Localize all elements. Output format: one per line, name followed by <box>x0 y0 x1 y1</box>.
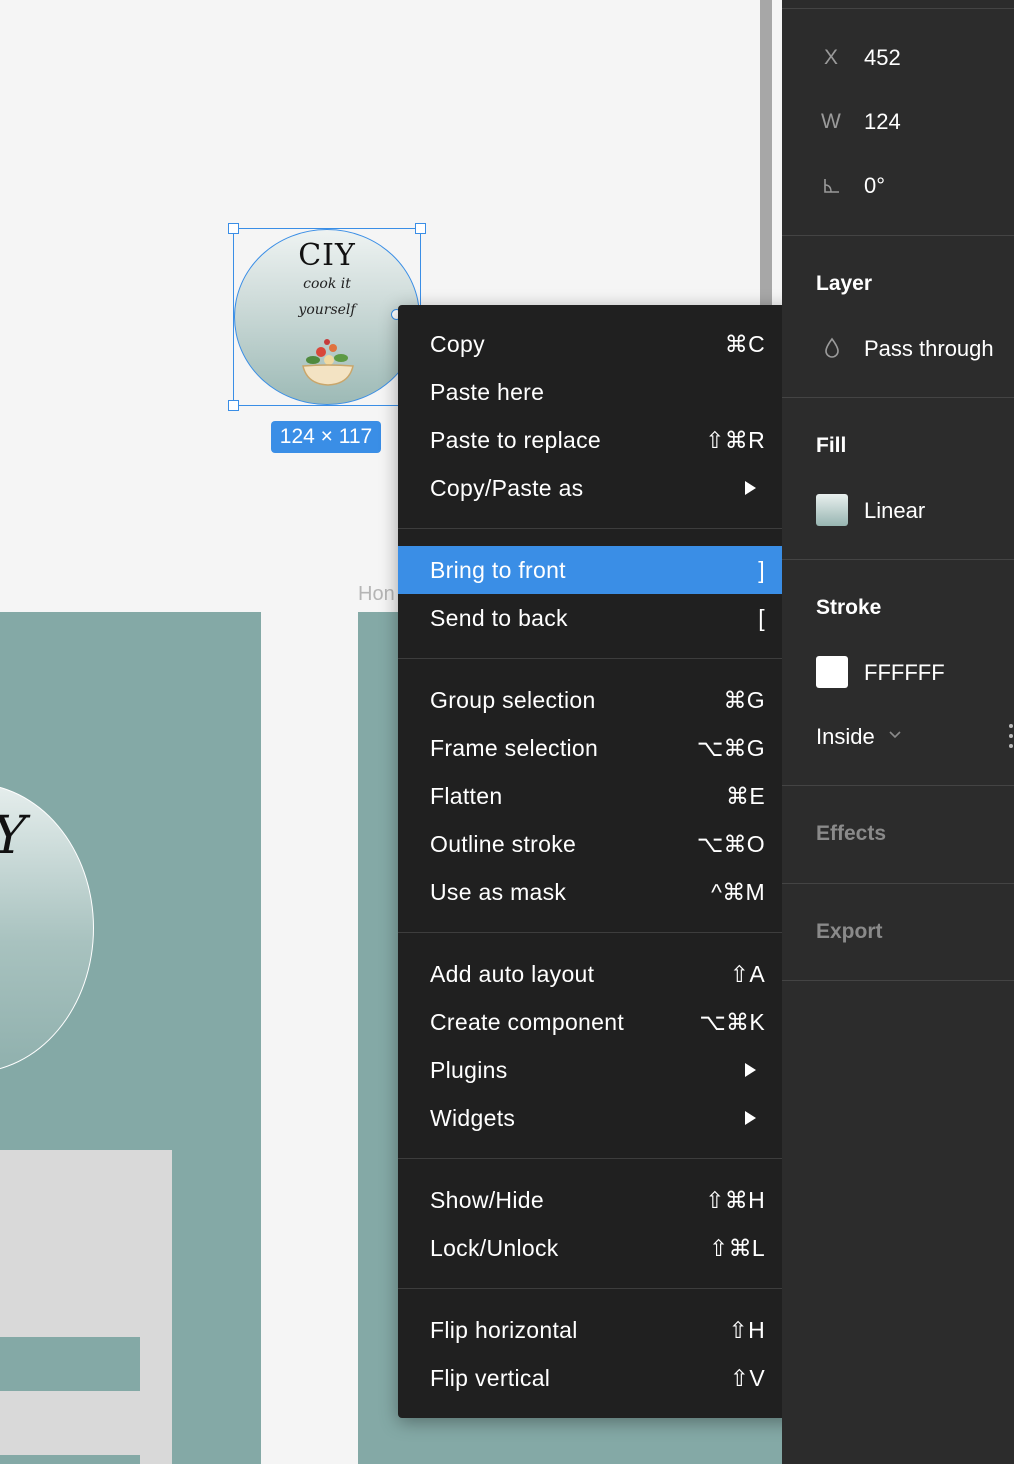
selection-size-badge: 124 × 117 <box>271 421 381 453</box>
stroke-section-title: Stroke <box>816 596 882 619</box>
menu-item-create-component[interactable]: Create component ⌥⌘K <box>398 998 798 1046</box>
chevron-down-icon[interactable] <box>888 730 902 740</box>
resize-handle-bottom-left[interactable] <box>228 400 239 411</box>
menu-shortcut: [ <box>758 605 765 631</box>
blend-mode-select[interactable]: Pass through <box>864 336 994 362</box>
menu-shortcut: ] <box>758 557 765 583</box>
menu-item-group-selection[interactable]: Group selection ⌘G <box>398 676 798 724</box>
menu-shortcut: ^⌘M <box>711 879 765 905</box>
frame-logo-letter: Y <box>0 806 26 866</box>
menu-item-bring-to-front[interactable]: Bring to front ] <box>398 546 798 594</box>
menu-item-show-hide[interactable]: Show/Hide ⇧⌘H <box>398 1176 798 1224</box>
menu-item-widgets[interactable]: Widgets <box>398 1094 798 1142</box>
menu-item-frame-selection[interactable]: Frame selection ⌥⌘G <box>398 724 798 772</box>
w-label: W <box>821 110 841 133</box>
w-input[interactable]: 124 <box>864 109 901 135</box>
frame-teal-bar <box>0 1337 140 1391</box>
frame-teal-bar-bottom <box>0 1455 140 1464</box>
menu-item-plugins[interactable]: Plugins <box>398 1046 798 1094</box>
effects-section-title[interactable]: Effects <box>816 822 886 846</box>
menu-item-paste-to-replace[interactable]: Paste to replace ⇧⌘R <box>398 416 798 464</box>
submenu-arrow-icon <box>745 1063 756 1077</box>
submenu-arrow-icon <box>745 1111 756 1125</box>
menu-shortcut: ⇧⌘R <box>705 427 765 453</box>
menu-shortcut: ⇧⌘H <box>705 1187 765 1213</box>
menu-shortcut: ⇧H <box>728 1317 765 1343</box>
menu-item-outline-stroke[interactable]: Outline stroke ⌥⌘O <box>398 820 798 868</box>
menu-shortcut: ⌘E <box>726 783 765 809</box>
stroke-position-select[interactable]: Inside <box>816 724 875 750</box>
x-label: X <box>824 46 839 69</box>
canvas-scrollbar[interactable] <box>760 0 772 305</box>
panel-divider <box>782 397 1014 398</box>
menu-item-copy-paste-as[interactable]: Copy/Paste as <box>398 464 798 512</box>
opacity-drop-icon <box>825 337 839 358</box>
submenu-arrow-icon <box>745 481 756 495</box>
menu-shortcut: ⌘C <box>724 331 765 357</box>
menu-item-send-to-back[interactable]: Send to back [ <box>398 594 798 642</box>
panel-divider <box>782 785 1014 786</box>
fill-swatch[interactable] <box>816 494 848 526</box>
menu-item-flatten[interactable]: Flatten ⌘E <box>398 772 798 820</box>
fill-section-title: Fill <box>816 434 847 457</box>
menu-item-flip-vertical[interactable]: Flip vertical ⇧V <box>398 1354 798 1402</box>
menu-item-lock-unlock[interactable]: Lock/Unlock ⇧⌘L <box>398 1224 798 1272</box>
frame-gray-block <box>0 1150 172 1464</box>
panel-divider <box>782 980 1014 981</box>
stroke-color-input[interactable]: FFFFFF <box>864 660 945 686</box>
layer-section-title: Layer <box>816 272 873 295</box>
menu-shortcut: ⇧V <box>729 1365 765 1391</box>
panel-divider <box>782 559 1014 560</box>
more-options-icon[interactable] <box>1008 723 1014 749</box>
stroke-swatch[interactable] <box>816 656 848 688</box>
menu-separator <box>398 528 798 529</box>
menu-item-copy[interactable]: Copy ⌘C <box>398 320 798 368</box>
menu-separator <box>398 658 798 659</box>
panel-divider <box>782 235 1014 236</box>
panel-divider <box>782 8 1014 9</box>
properties-panel: X 452 W 124 0° Layer Pass through Fill L… <box>782 0 1014 1464</box>
menu-item-flip-horizontal[interactable]: Flip horizontal ⇧H <box>398 1306 798 1354</box>
context-menu: Copy ⌘C Paste here Paste to replace ⇧⌘R … <box>398 305 798 1418</box>
panel-divider <box>782 883 1014 884</box>
menu-shortcut: ⌥⌘K <box>699 1009 765 1035</box>
menu-shortcut: ⇧A <box>729 961 765 987</box>
menu-separator <box>398 932 798 933</box>
frame-title[interactable]: Hon <box>358 583 395 606</box>
menu-shortcut: ⇧⌘L <box>709 1235 765 1261</box>
menu-item-use-as-mask[interactable]: Use as mask ^⌘M <box>398 868 798 916</box>
x-input[interactable]: 452 <box>864 45 901 71</box>
menu-shortcut: ⌥⌘G <box>696 735 765 761</box>
menu-item-add-auto-layout[interactable]: Add auto layout ⇧A <box>398 950 798 998</box>
menu-item-paste-here[interactable]: Paste here <box>398 368 798 416</box>
resize-handle-top-right[interactable] <box>415 223 426 234</box>
fill-type[interactable]: Linear <box>864 498 925 524</box>
menu-separator <box>398 1158 798 1159</box>
export-section-title[interactable]: Export <box>816 920 883 944</box>
resize-handle-top-left[interactable] <box>228 223 239 234</box>
rotation-input[interactable]: 0° <box>864 173 885 199</box>
menu-shortcut: ⌘G <box>723 687 765 713</box>
rotation-angle-icon <box>824 179 839 193</box>
menu-shortcut: ⌥⌘O <box>696 831 765 857</box>
menu-separator <box>398 1288 798 1289</box>
